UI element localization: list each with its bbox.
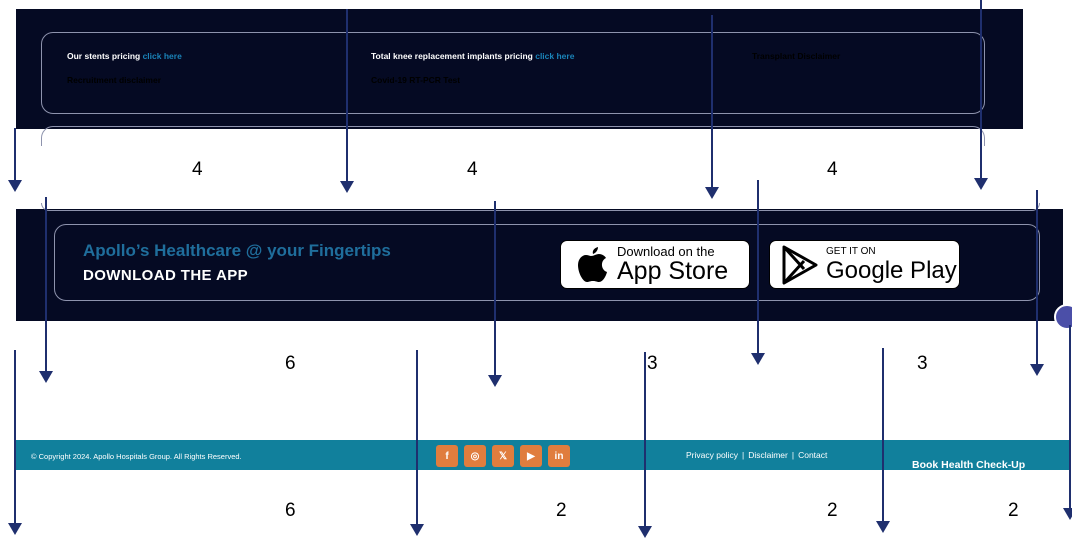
knee-implants-pricing-link[interactable]: Total knee replacement implants pricing … (371, 51, 574, 61)
apple-logo-icon (569, 243, 613, 287)
disclaimer-link[interactable]: Disclaimer (748, 450, 788, 460)
annotation-arrow (705, 15, 719, 199)
next-box-edge (41, 126, 985, 146)
book-health-checkup-button[interactable]: Book Health Check-Up (912, 459, 1025, 471)
annotation-arrow (1063, 325, 1072, 520)
annotation-arrow (8, 128, 22, 192)
linkedin-icon[interactable]: in (548, 445, 570, 467)
app-tagline: Apollo’s Healthcare @ your Fingertips (83, 241, 391, 260)
prev-box-edge (41, 203, 1040, 211)
google-play-big-text: Google Play (826, 256, 957, 284)
annotation-number: 4 (467, 159, 478, 180)
instagram-icon[interactable]: ◎ (464, 445, 486, 467)
contact-link[interactable]: Contact (798, 450, 827, 460)
quick-links-box: Our stents pricing click here Total knee… (41, 32, 985, 114)
annotation-arrow (340, 9, 354, 193)
annotation-arrow (751, 180, 765, 365)
annotation-arrow (1030, 190, 1044, 376)
recruitment-disclaimer-link[interactable]: Recruitment disclaimer (67, 75, 161, 85)
annotation-number: 4 (827, 159, 838, 180)
annotation-number: 6 (285, 353, 296, 374)
google-play-small-text: GET IT ON (826, 245, 876, 257)
annotation-number: 2 (556, 500, 567, 521)
download-app-heading: DOWNLOAD THE APP (83, 267, 249, 284)
knee-click-here[interactable]: click here (535, 51, 574, 61)
stents-pricing-link[interactable]: Our stents pricing click here (67, 51, 182, 61)
privacy-policy-link[interactable]: Privacy policy (686, 450, 738, 460)
link-separator: | (791, 450, 795, 460)
knee-implants-pricing-label: Total knee replacement implants pricing (371, 51, 536, 61)
link-separator: | (741, 450, 745, 460)
app-download-section: Apollo’s Healthcare @ your Fingertips DO… (16, 203, 1063, 321)
stents-pricing-label: Our stents pricing (67, 51, 143, 61)
annotation-arrow (410, 350, 424, 536)
annotation-arrow (8, 350, 22, 535)
app-store-big-text: App Store (617, 257, 729, 285)
annotation-number: 2 (827, 500, 838, 521)
covid-test-link[interactable]: Covid-19 RT-PCR Test (371, 75, 460, 85)
annotation-arrow (974, 0, 988, 190)
x-twitter-icon[interactable]: 𝕏 (492, 445, 514, 467)
google-play-icon (778, 243, 822, 287)
app-download-box: Apollo’s Healthcare @ your Fingertips DO… (54, 224, 1040, 301)
transplant-disclaimer-link[interactable]: Transplant Disclaimer (752, 51, 840, 61)
stents-click-here[interactable]: click here (143, 51, 182, 61)
annotation-number: 3 (917, 353, 928, 374)
annotation-number: 4 (192, 159, 203, 180)
footer-bar: © Copyright 2024. Apollo Hospitals Group… (15, 440, 1070, 471)
annotation-number: 3 (647, 353, 658, 374)
app-store-button[interactable]: Download on the App Store (560, 240, 750, 289)
annotation-arrow (39, 197, 53, 383)
quick-links-section: Our stents pricing click here Total knee… (16, 9, 1023, 146)
annotation-number: 2 (1008, 500, 1019, 521)
youtube-icon[interactable]: ▶ (520, 445, 542, 467)
annotation-arrow (638, 352, 652, 538)
annotation-arrow (488, 201, 502, 387)
copyright-text: © Copyright 2024. Apollo Hospitals Group… (31, 452, 242, 461)
footer-links: Privacy policy | Disclaimer | Contact (686, 450, 827, 460)
facebook-icon[interactable]: f (436, 445, 458, 467)
google-play-button[interactable]: GET IT ON Google Play (769, 240, 960, 289)
social-links: f ◎ 𝕏 ▶ in (436, 445, 570, 467)
annotation-number: 6 (285, 500, 296, 521)
annotation-arrow (876, 348, 890, 533)
